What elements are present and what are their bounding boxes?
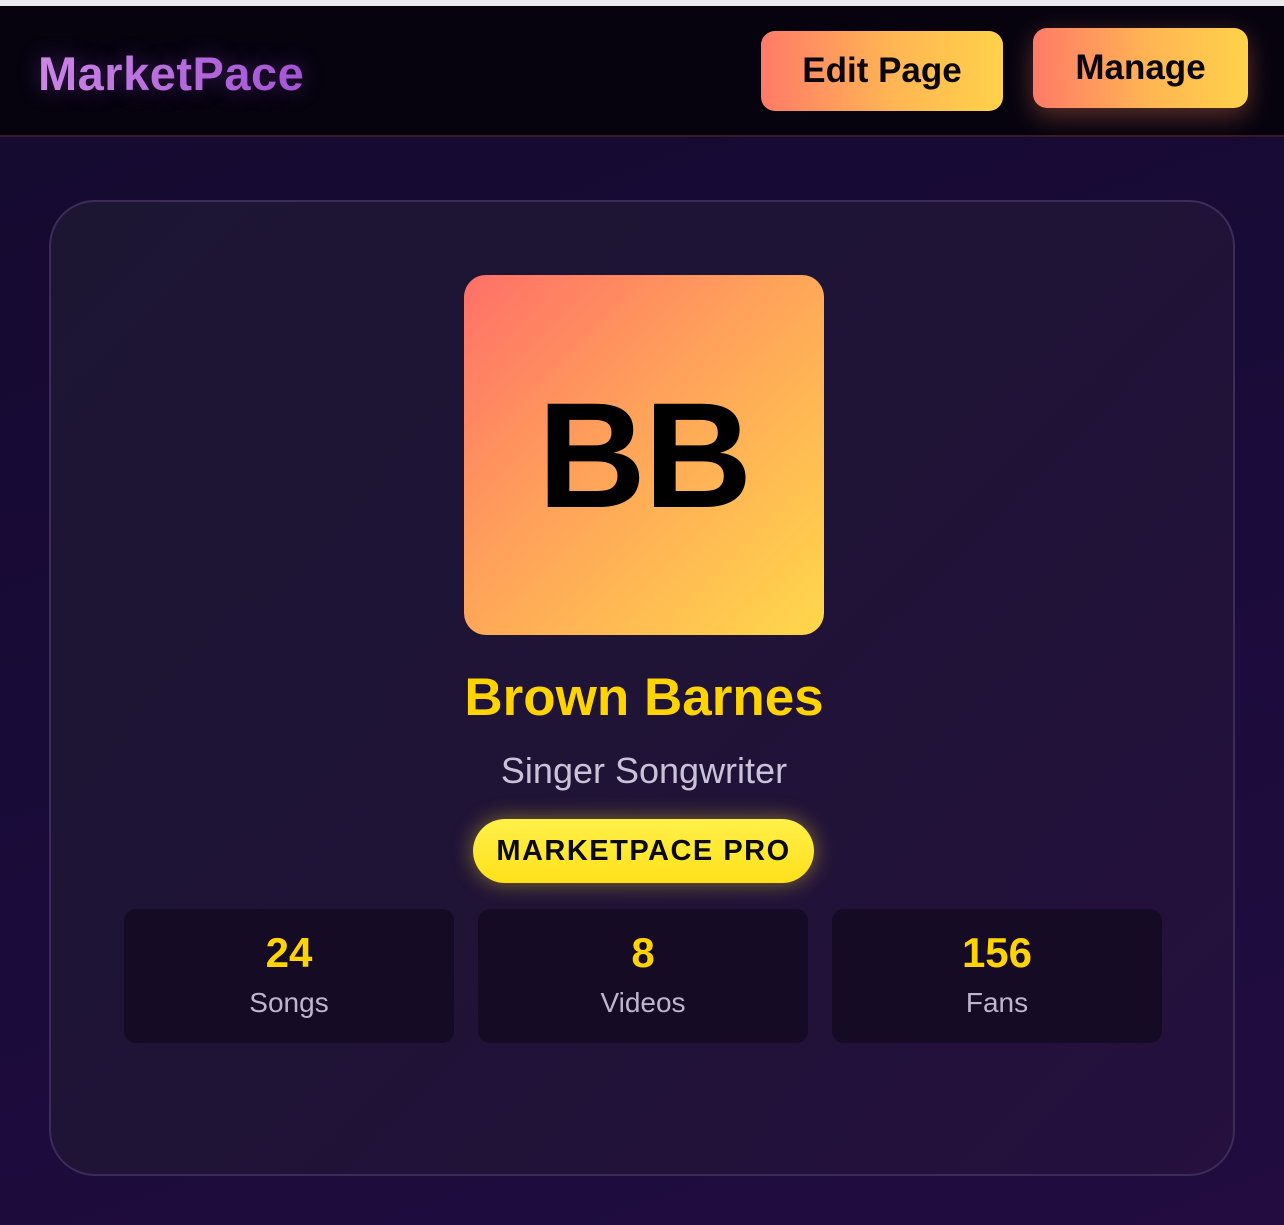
- stat-songs-label: Songs: [249, 987, 329, 1018]
- stat-videos[interactable]: 8 Videos: [478, 909, 808, 1043]
- stat-fans-value: 156: [961, 929, 1033, 976]
- manage-button[interactable]: Manage: [1033, 28, 1248, 108]
- stat-videos-value: 8: [631, 929, 655, 976]
- stat-videos-label: Videos: [600, 987, 686, 1018]
- artist-name: Brown Barnes: [464, 668, 824, 727]
- pro-badge: MARKETPACE PRO: [473, 819, 814, 883]
- stat-fans-label: Fans: [965, 987, 1029, 1018]
- app-logo[interactable]: MarketPace: [38, 46, 304, 101]
- stat-songs-value: 24: [265, 929, 313, 976]
- stat-songs[interactable]: 24 Songs: [124, 909, 454, 1043]
- artist-role: Singer Songwriter: [500, 750, 788, 791]
- profile-card: BB Brown Barnes Singer Songwriter MARKET…: [49, 200, 1235, 1176]
- avatar: BB: [464, 275, 824, 635]
- app-header: MarketPace Edit Page Manage: [0, 6, 1284, 137]
- edit-page-button[interactable]: Edit Page: [761, 31, 1003, 111]
- stat-fans[interactable]: 156 Fans: [832, 909, 1162, 1043]
